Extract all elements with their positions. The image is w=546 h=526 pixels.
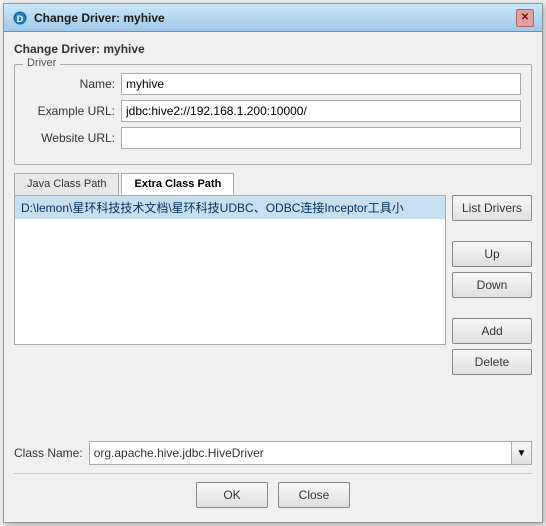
main-content: Change Driver: myhive Driver Name: Examp… <box>4 32 542 522</box>
class-name-dropdown-arrow[interactable]: ▼ <box>511 442 531 464</box>
add-button[interactable]: Add <box>452 318 532 344</box>
driver-group-label: Driver <box>23 57 60 69</box>
list-item[interactable]: D:\lemon\星环科技技术文档\星环科技UDBC、ODBC连接Incepto… <box>15 196 445 219</box>
ok-button[interactable]: OK <box>196 482 268 508</box>
website-url-label: Website URL: <box>25 131 115 145</box>
title-bar-text: Change Driver: myhive <box>34 11 516 25</box>
class-name-section: Class Name: ▼ <box>14 441 532 465</box>
up-button[interactable]: Up <box>452 241 532 267</box>
close-button[interactable]: ✕ <box>516 9 534 27</box>
side-buttons: List Drivers Up Down Add Delete <box>452 195 532 433</box>
down-button[interactable]: Down <box>452 272 532 298</box>
class-name-label: Class Name: <box>14 446 83 460</box>
delete-button[interactable]: Delete <box>452 349 532 375</box>
class-name-input[interactable] <box>90 442 511 464</box>
example-url-row: Example URL: <box>25 100 521 122</box>
window-icon: D <box>12 10 28 26</box>
tab-extra-class-path[interactable]: Extra Class Path <box>121 173 234 195</box>
page-title: Change Driver: myhive <box>14 42 532 56</box>
list-drivers-button[interactable]: List Drivers <box>452 195 532 221</box>
example-url-label: Example URL: <box>25 104 115 118</box>
footer-buttons: OK Close <box>14 482 532 512</box>
name-row: Name: <box>25 73 521 95</box>
name-input[interactable] <box>121 73 521 95</box>
svg-text:D: D <box>17 14 24 24</box>
title-bar: D Change Driver: myhive ✕ <box>4 4 542 32</box>
class-path-list[interactable]: D:\lemon\星环科技技术文档\星环科技UDBC、ODBC连接Incepto… <box>14 195 446 345</box>
class-name-combo[interactable]: ▼ <box>89 441 532 465</box>
name-label: Name: <box>25 77 115 91</box>
close-dialog-button[interactable]: Close <box>278 482 350 508</box>
driver-group: Driver Name: Example URL: Website URL: <box>14 64 532 165</box>
example-url-input[interactable] <box>121 100 521 122</box>
website-url-row: Website URL: <box>25 127 521 149</box>
footer-divider <box>14 473 532 474</box>
website-url-input[interactable] <box>121 127 521 149</box>
change-driver-window: D Change Driver: myhive ✕ Change Driver:… <box>3 3 543 523</box>
tab-java-class-path[interactable]: Java Class Path <box>14 173 119 195</box>
list-box-container: D:\lemon\星环科技技术文档\星环科技UDBC、ODBC连接Incepto… <box>14 195 446 433</box>
tab-panel-area: D:\lemon\星环科技技术文档\星环科技UDBC、ODBC连接Incepto… <box>14 195 532 433</box>
tabs-bar: Java Class Path Extra Class Path <box>14 173 532 195</box>
